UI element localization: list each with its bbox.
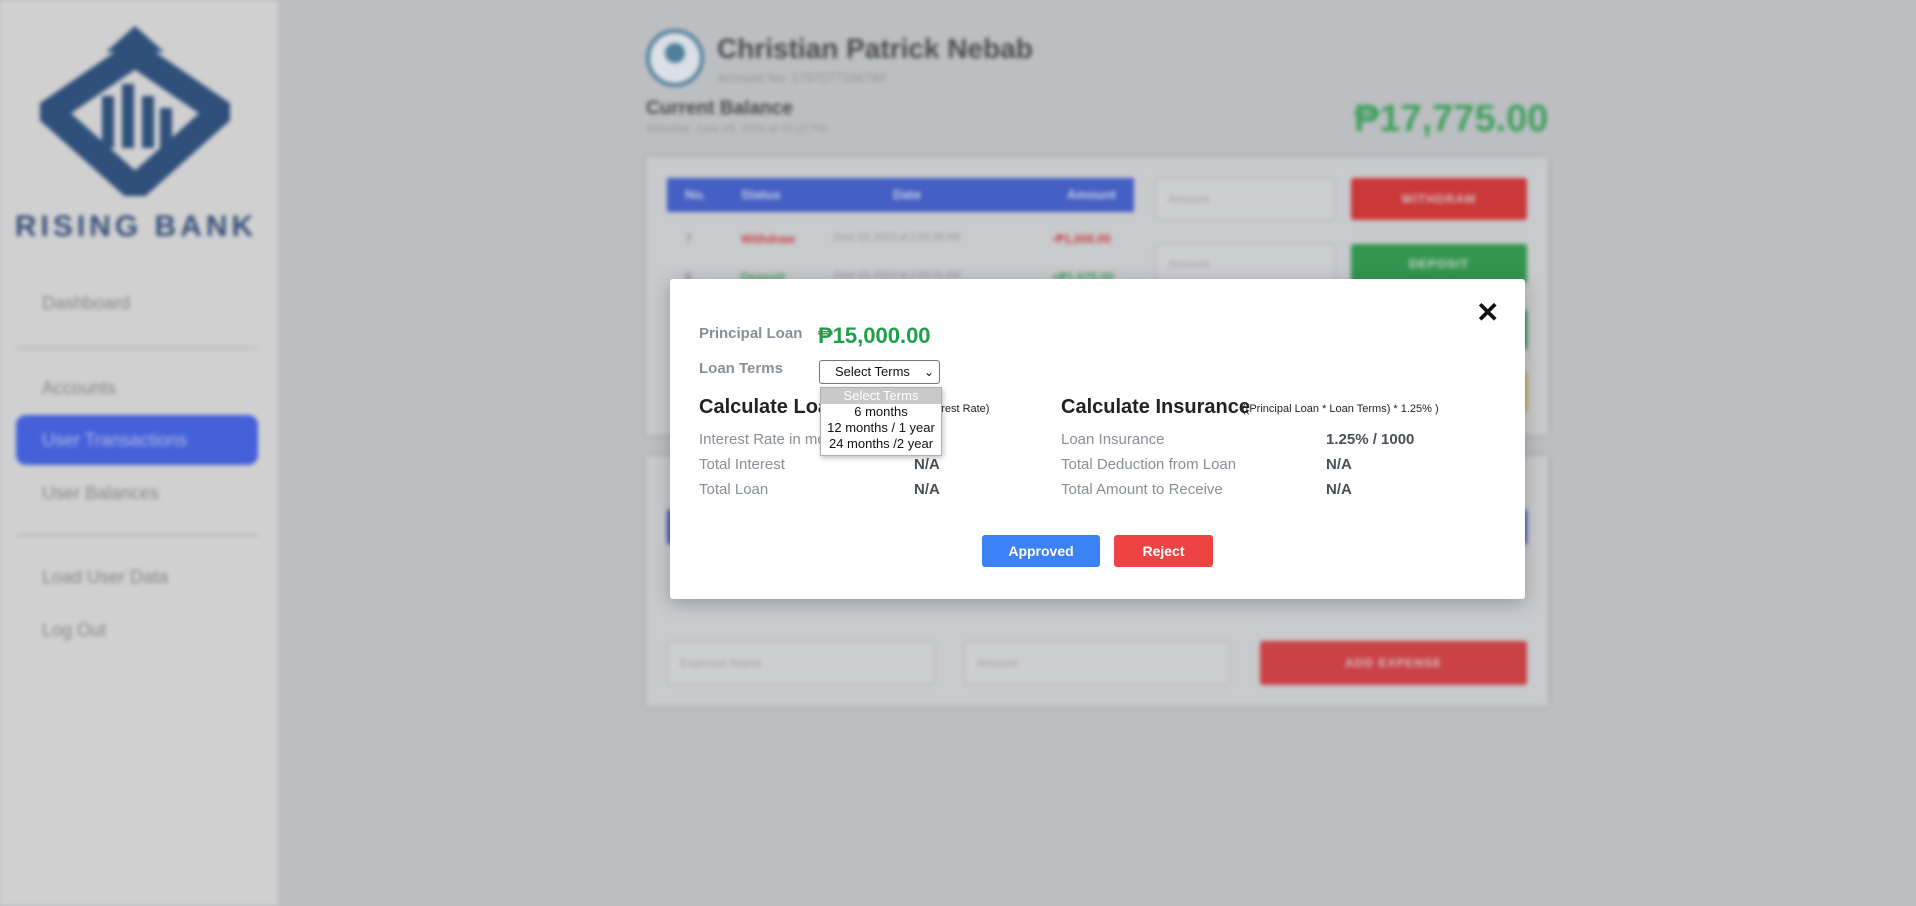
calculate-loan-title: Calculate Loa bbox=[699, 396, 830, 418]
interest-rate-label: Interest Rate in mo bbox=[699, 431, 826, 448]
dropdown-option[interactable]: 24 months /2 year bbox=[821, 436, 941, 452]
total-interest-value: N/A bbox=[914, 456, 940, 473]
loan-terms-select[interactable]: Select Terms ⌄ bbox=[819, 360, 940, 384]
loan-approval-modal: ✕ Principal Loan ₱15,000.00 Loan Terms S… bbox=[670, 279, 1525, 599]
total-receive-label: Total Amount to Receive bbox=[1061, 481, 1223, 498]
loan-insurance-label: Loan Insurance bbox=[1061, 431, 1165, 448]
principal-loan-amount: ₱15,000.00 bbox=[818, 323, 931, 348]
dropdown-option[interactable]: Select Terms bbox=[821, 388, 941, 404]
loan-terms-label: Loan Terms bbox=[699, 360, 783, 377]
total-loan-value: N/A bbox=[914, 481, 940, 498]
selected-term: Select Terms bbox=[835, 364, 910, 379]
dropdown-option[interactable]: 6 months bbox=[821, 404, 941, 420]
total-deduction-label: Total Deduction from Loan bbox=[1061, 456, 1237, 473]
principal-loan-label: Principal Loan bbox=[699, 325, 803, 342]
approve-button[interactable]: Approved bbox=[982, 535, 1100, 567]
calculate-insurance-title: Calculate Insurance bbox=[1061, 396, 1250, 418]
total-deduction-value: N/A bbox=[1326, 456, 1352, 473]
calculate-insurance-formula: ((Principal Loan * Loan Terms) * 1.25% ) bbox=[1242, 403, 1439, 415]
loan-terms-dropdown: Select Terms 6 months 12 months / 1 year… bbox=[820, 387, 942, 456]
chevron-down-icon: ⌄ bbox=[923, 365, 934, 379]
total-interest-label: Total Interest bbox=[699, 456, 785, 473]
total-receive-value: N/A bbox=[1326, 481, 1352, 498]
total-loan-label: Total Loan bbox=[699, 481, 769, 498]
loan-insurance-value: 1.25% / 1000 bbox=[1326, 431, 1415, 448]
close-icon[interactable]: ✕ bbox=[1476, 299, 1499, 327]
reject-button[interactable]: Reject bbox=[1114, 535, 1213, 567]
dropdown-option[interactable]: 12 months / 1 year bbox=[821, 420, 941, 436]
